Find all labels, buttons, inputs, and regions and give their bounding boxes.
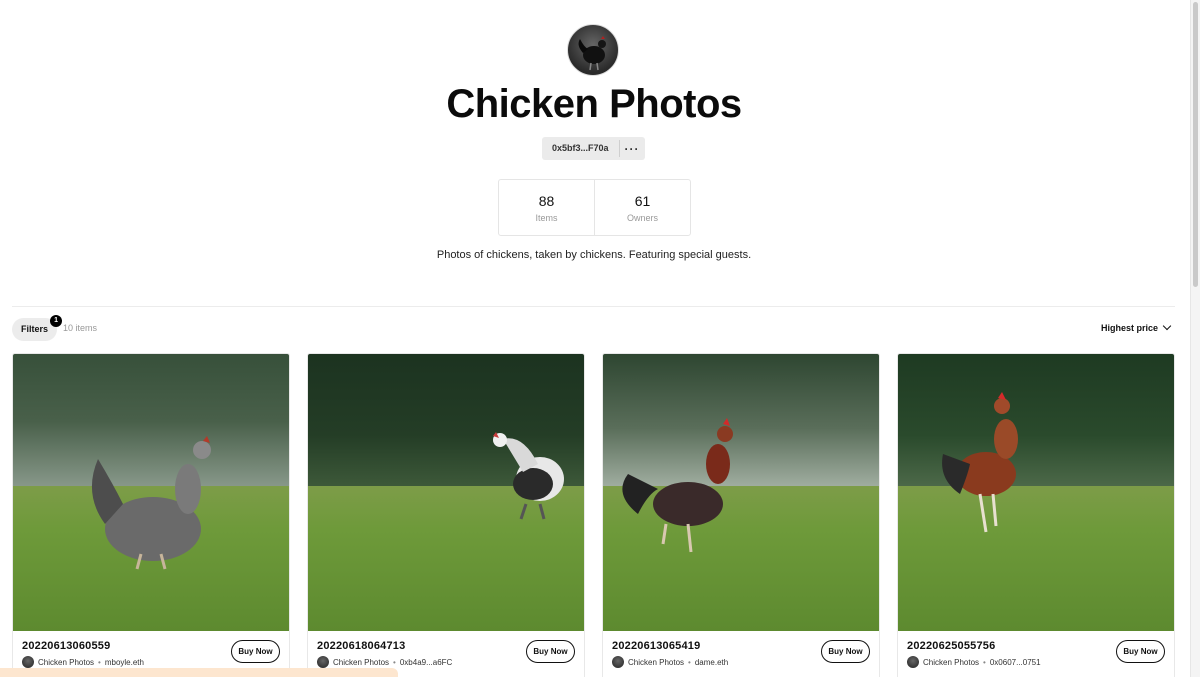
contract-address-button[interactable]: 0x5bf3...F70a (542, 137, 619, 160)
nft-collection-name[interactable]: Chicken Photos (628, 658, 684, 667)
collection-mini-avatar (22, 656, 34, 668)
nft-card-info: 20220613065419 Chicken Photos • dame.eth… (603, 632, 879, 677)
collection-mini-avatar (317, 656, 329, 668)
nft-card[interactable]: 20220613060559 Chicken Photos • mboyle.e… (12, 353, 290, 677)
nft-owner[interactable]: 0x0607...0751 (990, 658, 1041, 667)
nft-owner[interactable]: mboyle.eth (105, 658, 144, 667)
meta-separator: • (393, 657, 396, 667)
rooster-photo-icon (622, 418, 733, 553)
stat-label: Owners (626, 213, 658, 223)
more-options-button[interactable]: ··· (620, 139, 645, 159)
nft-image[interactable] (13, 354, 289, 631)
rooster-avatar-icon (578, 36, 606, 71)
nft-card[interactable]: 20220625055756 Chicken Photos • 0x0607..… (897, 353, 1175, 677)
meta-separator: • (983, 657, 986, 667)
meta-separator: • (688, 657, 691, 667)
filters-count-badge: 1 (50, 315, 63, 327)
buy-now-button[interactable]: Buy Now (526, 640, 575, 663)
buy-now-button[interactable]: Buy Now (1116, 640, 1165, 663)
nft-collection-name[interactable]: Chicken Photos (923, 658, 979, 667)
sort-dropdown[interactable]: Highest price (1100, 321, 1172, 333)
buy-now-button[interactable]: Buy Now (821, 640, 870, 663)
nft-owner[interactable]: 0xb4a9...a6FC (400, 658, 452, 667)
hen-photo-icon (493, 432, 564, 520)
nft-owner[interactable]: dame.eth (695, 658, 728, 667)
nft-image[interactable] (898, 354, 1174, 631)
scrollbar-thumb[interactable] (1193, 2, 1198, 287)
nft-image[interactable] (308, 354, 584, 631)
filters-label: Filters (21, 324, 49, 334)
nft-collection-name[interactable]: Chicken Photos (38, 658, 94, 667)
collection-stats: 88 Items 61 Owners (498, 179, 691, 236)
stat-items: 88 Items (499, 180, 594, 235)
stat-owners: 61 Owners (594, 180, 690, 235)
collection-mini-avatar (612, 656, 624, 668)
nft-collection-name[interactable]: Chicken Photos (333, 658, 389, 667)
nft-image[interactable] (603, 354, 879, 631)
collection-mini-avatar (907, 656, 919, 668)
bottom-notification-bar (0, 668, 398, 677)
nft-card[interactable]: 20220613065419 Chicken Photos • dame.eth… (602, 353, 880, 677)
stat-label: Items (535, 213, 558, 223)
page-scrollbar[interactable] (1190, 0, 1200, 677)
section-divider (12, 306, 1175, 307)
rooster-photo-icon (942, 392, 1018, 533)
item-count: 10 items (63, 323, 98, 333)
filters-button[interactable]: Filters 1 (12, 315, 63, 341)
chevron-down-icon (1162, 321, 1172, 331)
sort-label: Highest price (1100, 323, 1158, 333)
address-pill: 0x5bf3...F70a ··· (542, 137, 645, 160)
nft-card[interactable]: 20220618064713 Chicken Photos • 0xb4a9..… (307, 353, 585, 677)
hen-photo-icon (91, 436, 211, 570)
stat-value: 88 (538, 193, 555, 209)
buy-now-button[interactable]: Buy Now (231, 640, 280, 663)
collection-title: Chicken Photos (446, 82, 742, 126)
collection-description: Photos of chickens, taken by chickens. F… (436, 249, 752, 261)
meta-separator: • (98, 657, 101, 667)
collection-avatar (567, 24, 619, 76)
stat-value: 61 (634, 193, 651, 209)
nft-card-info: 20220625055756 Chicken Photos • 0x0607..… (898, 632, 1174, 677)
